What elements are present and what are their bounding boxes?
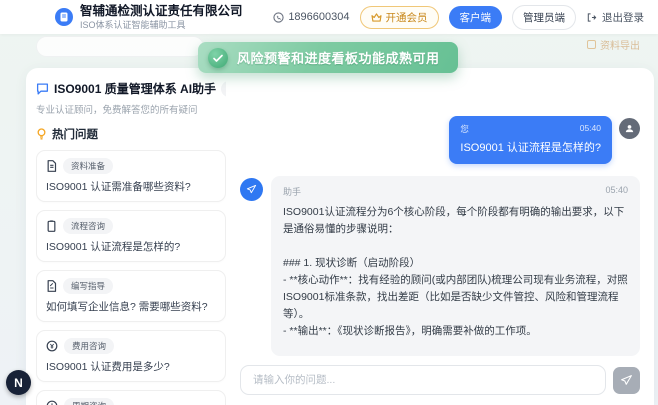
clock-icon bbox=[46, 400, 58, 405]
assistant-avatar bbox=[240, 178, 263, 201]
app-subtitle: ISO体系认证智能辅助工具 bbox=[80, 19, 186, 30]
assistant-message: 助手 05:40 ISO9001认证流程分为6个核心阶段，每个阶段都有明确的输出… bbox=[240, 176, 640, 356]
brand-block: 智辅通检测认证责任有限公司 ISO体系认证智能辅助工具 bbox=[55, 4, 243, 31]
chat-input-row bbox=[240, 356, 640, 395]
question-text: ISO9001 认证需准备哪些资料? bbox=[46, 181, 191, 193]
fee-icon bbox=[46, 340, 58, 352]
question-tag: 资料准备 bbox=[63, 158, 114, 174]
assistant-sidebar: ISO9001 质量管理体系 AI助手 无限次使用 专业认证顾问，免费解答您的所… bbox=[36, 80, 226, 405]
hot-questions-list: 资料准备 ISO9001 认证需准备哪些资料? 流程咨询 ISO9001 认证流… bbox=[36, 150, 226, 405]
toast-message: 风险预警和进度看板功能成熟可用 bbox=[237, 51, 440, 66]
hot-questions-title: 热门问题 bbox=[52, 129, 98, 141]
phone-icon bbox=[273, 11, 284, 23]
open-membership-button[interactable]: 开通会员 bbox=[359, 5, 439, 29]
assistant-bubble: 助手 05:40 ISO9001认证流程分为6个核心阶段，每个阶段都有明确的输出… bbox=[271, 176, 640, 356]
admin-button[interactable]: 管理员端 bbox=[512, 4, 576, 30]
question-text: 如何填写企业信息? 需要哪些资料? bbox=[46, 301, 208, 313]
message-list: 您 05:40 ISO9001 认证流程是怎样的? 助手 05:40 ISO90… bbox=[240, 116, 640, 356]
question-card-cost[interactable]: 费用咨询 ISO9001 认证费用是多少? bbox=[36, 330, 226, 382]
chat-panel: 您 05:40 ISO9001 认证流程是怎样的? 助手 05:40 ISO90… bbox=[236, 80, 648, 405]
clipboard-icon bbox=[46, 220, 57, 232]
export-icon bbox=[587, 40, 596, 49]
client-button[interactable]: 客户端 bbox=[448, 5, 502, 29]
chat-bubble-icon bbox=[36, 82, 49, 95]
logout-icon bbox=[586, 12, 597, 23]
phone-number: 1896600304 bbox=[273, 11, 350, 23]
question-tag: 编写指导 bbox=[63, 278, 114, 294]
success-toast: 风险预警和进度看板功能成熟可用 bbox=[198, 42, 458, 73]
usage-badge: 无限次使用 bbox=[221, 80, 226, 97]
floating-widget-button[interactable]: N bbox=[6, 370, 31, 395]
assistant-subtitle: 专业认证顾问，免费解答您的所有疑问 bbox=[36, 105, 198, 116]
main-panel: ISO9001 质量管理体系 AI助手 无限次使用 专业认证顾问，免费解答您的所… bbox=[26, 68, 654, 405]
title-block: 智辅通检测认证责任有限公司 ISO体系认证智能辅助工具 bbox=[80, 4, 243, 31]
user-bubble: 您 05:40 ISO9001 认证流程是怎样的? bbox=[449, 116, 612, 164]
user-avatar bbox=[619, 118, 640, 139]
phone-number-text: 1896600304 bbox=[288, 11, 350, 23]
edit-document-icon bbox=[46, 280, 57, 292]
background-export-remnant: 资料导出 bbox=[587, 37, 640, 52]
export-label: 资料导出 bbox=[600, 41, 640, 52]
crown-icon bbox=[370, 12, 382, 22]
assistant-message-time: 05:40 bbox=[605, 185, 628, 195]
app-header: 智辅通检测认证责任有限公司 ISO体系认证智能辅助工具 1896600304 开… bbox=[0, 0, 658, 34]
user-message-text: ISO9001 认证流程是怎样的? bbox=[460, 142, 601, 154]
logout-label: 退出登录 bbox=[602, 11, 644, 24]
check-icon bbox=[208, 47, 228, 68]
background-toolbar-remnant bbox=[36, 36, 204, 57]
user-message: 您 05:40 ISO9001 认证流程是怎样的? bbox=[449, 116, 640, 164]
question-text: ISO9001 认证费用是多少? bbox=[46, 361, 170, 373]
assistant-name: 助手 bbox=[283, 187, 302, 197]
send-button[interactable] bbox=[613, 366, 640, 394]
assistant-message-text: ISO9001认证流程分为6个核心阶段，每个阶段都有明确的输出要求，以下是通俗易… bbox=[283, 206, 628, 337]
logout-button[interactable]: 退出登录 bbox=[586, 10, 644, 25]
question-input[interactable] bbox=[240, 365, 606, 395]
lightbulb-icon bbox=[36, 127, 47, 141]
company-logo-icon bbox=[55, 7, 73, 26]
question-tag: 费用咨询 bbox=[64, 338, 115, 354]
question-card-duration[interactable]: 周期咨询 认证周期需要多长时间? bbox=[36, 390, 226, 405]
question-text: ISO9001 认证流程是怎样的? bbox=[46, 241, 181, 253]
company-name: 智辅通检测认证责任有限公司 bbox=[80, 3, 243, 18]
question-card-materials[interactable]: 资料准备 ISO9001 认证需准备哪些资料? bbox=[36, 150, 226, 202]
user-name: 您 bbox=[460, 124, 469, 134]
question-card-writing[interactable]: 编写指导 如何填写企业信息? 需要哪些资料? bbox=[36, 270, 226, 322]
question-tag: 周期咨询 bbox=[64, 398, 115, 405]
question-card-process[interactable]: 流程咨询 ISO9001 认证流程是怎样的? bbox=[36, 210, 226, 262]
question-tag: 流程咨询 bbox=[63, 218, 114, 234]
open-membership-label: 开通会员 bbox=[385, 11, 428, 24]
user-message-time: 05:40 bbox=[579, 123, 601, 133]
assistant-title: ISO9001 质量管理体系 AI助手 bbox=[54, 82, 217, 96]
header-actions: 1896600304 开通会员 客户端 管理员端 退出登录 bbox=[273, 4, 644, 30]
document-icon bbox=[46, 160, 57, 172]
